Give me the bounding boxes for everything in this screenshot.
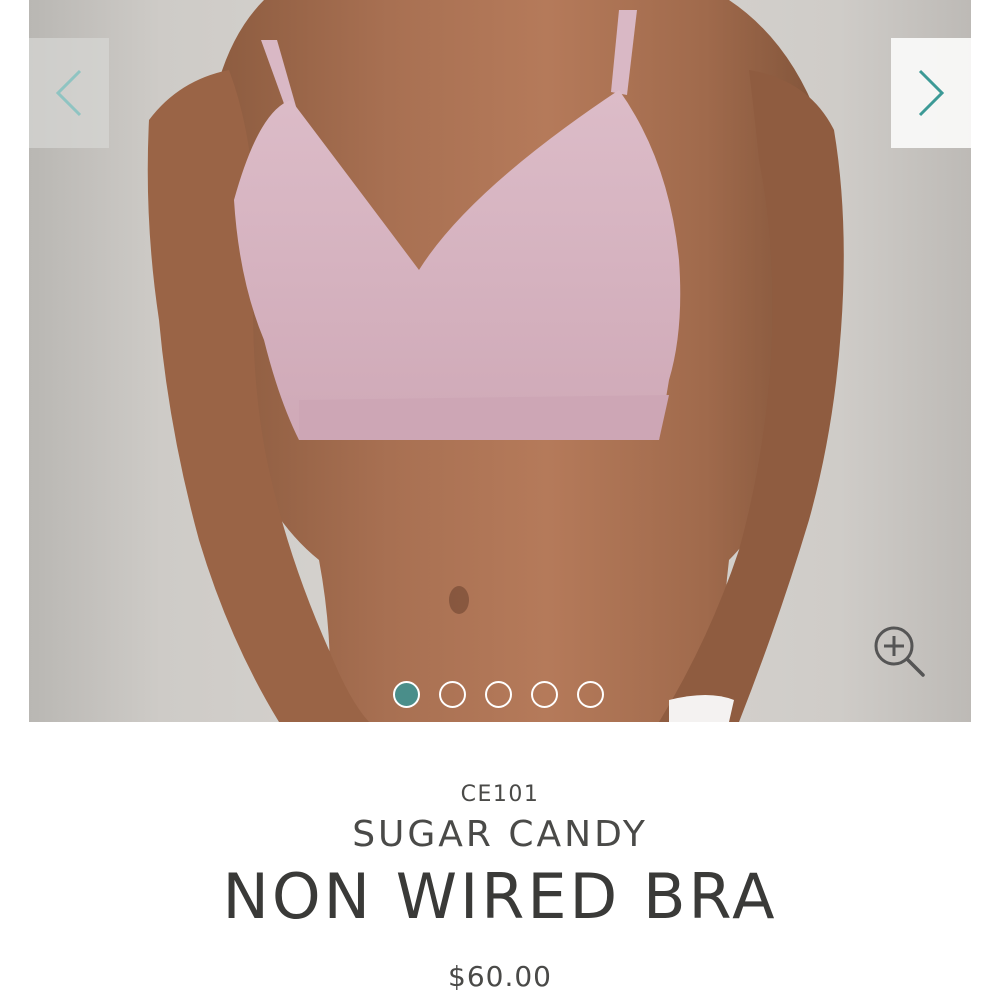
product-title: NON WIRED BRA xyxy=(222,860,778,933)
next-image-button[interactable] xyxy=(891,38,971,148)
chevron-right-icon xyxy=(918,69,945,117)
product-photo xyxy=(147,0,844,722)
pagination-dot-1[interactable] xyxy=(393,680,420,708)
product-page: CE101 SUGAR CANDY NON WIRED BRA $60.00 xyxy=(0,0,1000,1000)
pagination-dot-3[interactable] xyxy=(485,680,512,708)
zoom-button[interactable] xyxy=(868,620,930,682)
product-collection: SUGAR CANDY xyxy=(352,814,648,855)
product-info: CE101 SUGAR CANDY NON WIRED BRA $60.00 xyxy=(0,722,1000,1000)
product-sku: CE101 xyxy=(460,782,540,807)
zoom-in-icon xyxy=(874,626,925,677)
pagination-dot-4[interactable] xyxy=(531,680,558,708)
pagination-dot-5[interactable] xyxy=(577,680,604,708)
product-image-gallery[interactable] xyxy=(29,0,971,722)
chevron-left-icon xyxy=(55,69,82,117)
carousel-pagination xyxy=(393,679,604,709)
product-price: $60.00 xyxy=(448,960,552,993)
previous-image-button[interactable] xyxy=(29,38,109,148)
pagination-dot-2[interactable] xyxy=(439,680,466,708)
